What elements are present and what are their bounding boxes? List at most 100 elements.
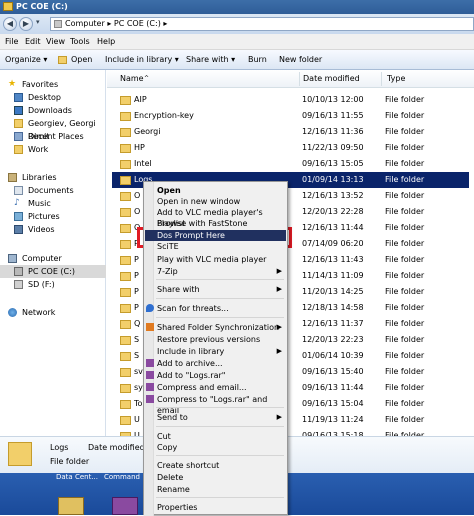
- include-in-library-button[interactable]: Include in library ▾: [105, 50, 179, 70]
- address-field[interactable]: Computer ▸ PC COE (C:) ▸: [50, 17, 474, 31]
- nav-network[interactable]: Network: [0, 306, 106, 319]
- nav-downloads[interactable]: Downloads: [0, 104, 106, 117]
- nav-recent-places[interactable]: Recent Places: [0, 130, 106, 143]
- nav-favorites[interactable]: ★ Favorites: [0, 78, 106, 91]
- recent-pages-chevron-icon[interactable]: ▾: [36, 18, 40, 26]
- menu-edit[interactable]: Edit: [25, 34, 41, 50]
- open-button[interactable]: Open: [71, 50, 92, 70]
- menu-item-scan-threats[interactable]: Scan for threats...: [145, 303, 286, 314]
- organize-button[interactable]: Organize ▾: [5, 50, 47, 70]
- share-with-button[interactable]: Share with ▾: [186, 50, 235, 70]
- menu-item-browse-faststone[interactable]: Browse with FastStone: [145, 218, 286, 229]
- menu-item-add-logs-rar[interactable]: Add to "Logs.rar": [145, 370, 286, 381]
- burn-button[interactable]: Burn: [248, 50, 267, 70]
- menu-help[interactable]: Help: [97, 34, 115, 50]
- nav-desktop[interactable]: Desktop: [0, 91, 106, 104]
- nav-label: Downloads: [28, 106, 72, 115]
- new-folder-button[interactable]: New folder: [279, 50, 322, 70]
- taskbar-label[interactable]: Data Cent...: [56, 473, 98, 481]
- menu-item-compress-email[interactable]: Compress and email...: [145, 382, 286, 393]
- folder-icon: [120, 240, 131, 249]
- nav-music[interactable]: ♪ Music: [0, 197, 106, 210]
- nav-pc-coe-drive[interactable]: PC COE (C:): [0, 265, 106, 278]
- file-type: File folder: [385, 351, 425, 360]
- menu-item-cut[interactable]: Cut: [145, 431, 286, 442]
- file-date: 12/16/13 13:52: [302, 191, 364, 200]
- file-type: File folder: [385, 207, 425, 216]
- menu-tools[interactable]: Tools: [70, 34, 90, 50]
- nav-documents[interactable]: Documents: [0, 184, 106, 197]
- file-row[interactable]: Georgi 12/16/13 11:36 File folder: [112, 124, 469, 140]
- winrar-icon[interactable]: [112, 497, 138, 515]
- nav-sd-drive[interactable]: SD (F:): [0, 278, 106, 291]
- details-name: Logs: [50, 443, 69, 452]
- taskbar-label[interactable]: Command: [104, 473, 140, 481]
- menu-item-add-archive[interactable]: Add to archive...: [145, 358, 286, 369]
- nav-label: Desktop: [28, 93, 61, 102]
- menu-label: Rename: [157, 485, 190, 494]
- menu-item-send-to[interactable]: Send to ▶: [145, 412, 286, 423]
- nav-georgiev[interactable]: Georgiev, Georgi Dimit: [0, 117, 106, 141]
- sort-ascending-icon: ^: [144, 75, 150, 82]
- column-type[interactable]: Type: [387, 70, 405, 88]
- file-date: 09/16/13 15:18: [302, 431, 364, 436]
- menu-label: Properties: [157, 503, 198, 512]
- nav-computer[interactable]: Computer: [0, 252, 106, 265]
- menu-item-play-vlc[interactable]: Play with VLC media player: [145, 254, 286, 265]
- submenu-arrow-icon: ▶: [276, 413, 282, 421]
- star-icon: ★: [8, 79, 17, 89]
- menu-item-share-with[interactable]: Share with ▶: [145, 284, 286, 295]
- folder-icon[interactable]: [58, 497, 84, 515]
- folder-icon: [120, 176, 131, 185]
- submenu-arrow-icon: ▶: [276, 323, 282, 331]
- file-date: 01/09/14 13:13: [302, 175, 364, 184]
- folder-icon: [14, 145, 23, 154]
- file-row[interactable]: HP 11/22/13 09:50 File folder: [112, 140, 469, 156]
- file-row[interactable]: AIP 10/10/13 12:00 File folder: [112, 92, 469, 108]
- menu-item-shared-folder-sync[interactable]: Shared Folder Synchronization ▶: [145, 322, 286, 333]
- column-separator[interactable]: [381, 72, 382, 86]
- file-row[interactable]: Encryption-key 09/16/13 11:55 File folder: [112, 108, 469, 124]
- file-row[interactable]: Intel 09/16/13 15:05 File folder: [112, 156, 469, 172]
- file-name: P: [134, 255, 139, 264]
- desktop-icon: [14, 93, 23, 102]
- file-date: 12/20/13 22:23: [302, 335, 364, 344]
- back-arrow-icon[interactable]: ◀: [3, 17, 17, 31]
- nav-libraries[interactable]: Libraries: [0, 171, 106, 184]
- nav-label: Libraries: [22, 173, 57, 182]
- file-date: 10/10/13 12:00: [302, 95, 364, 104]
- column-separator[interactable]: [299, 72, 300, 86]
- menu-item-delete[interactable]: Delete: [145, 472, 286, 483]
- menu-item-copy[interactable]: Copy: [145, 442, 286, 453]
- menu-item-properties[interactable]: Properties: [145, 502, 286, 513]
- menu-item-vlc-playlist[interactable]: Add to VLC media player's Playlist: [145, 207, 286, 228]
- menu-file[interactable]: File: [5, 34, 18, 50]
- column-date-modified[interactable]: Date modified: [303, 70, 360, 88]
- menu-item-rename[interactable]: Rename: [145, 484, 286, 495]
- file-type: File folder: [385, 335, 425, 344]
- nav-pictures[interactable]: Pictures: [0, 210, 106, 223]
- address-path[interactable]: Computer ▸ PC COE (C:) ▸: [65, 18, 167, 30]
- winrar-icon: [146, 395, 154, 403]
- menu-item-compress-rar-email[interactable]: Compress to "Logs.rar" and email: [145, 394, 286, 415]
- nav-videos[interactable]: Videos: [0, 223, 106, 236]
- folder-icon: [120, 144, 131, 153]
- folder-icon: [120, 400, 131, 409]
- forward-arrow-icon[interactable]: ▶: [19, 17, 33, 31]
- nav-work[interactable]: Work: [0, 143, 106, 156]
- menu-item-scite[interactable]: SciTE: [145, 241, 286, 252]
- file-date: 09/16/13 11:44: [302, 383, 364, 392]
- menu-view[interactable]: View: [46, 34, 65, 50]
- menu-item-7zip[interactable]: 7-Zip ▶: [145, 266, 286, 277]
- menu-item-open[interactable]: Open: [145, 185, 286, 196]
- menu-item-restore-versions[interactable]: Restore previous versions: [145, 334, 286, 345]
- column-name[interactable]: Name: [120, 70, 144, 88]
- menu-item-include-library[interactable]: Include in library ▶: [145, 346, 286, 357]
- menu-item-create-shortcut[interactable]: Create shortcut: [145, 460, 286, 471]
- menu-item-open-new-window[interactable]: Open in new window: [145, 196, 286, 207]
- nav-label: PC COE (C:): [28, 267, 75, 276]
- menu-label: Browse with FastStone: [157, 219, 248, 228]
- videos-icon: [14, 225, 23, 234]
- menu-label: 7-Zip: [157, 267, 178, 276]
- menu-item-dos-prompt-here[interactable]: Dos Prompt Here: [145, 230, 286, 241]
